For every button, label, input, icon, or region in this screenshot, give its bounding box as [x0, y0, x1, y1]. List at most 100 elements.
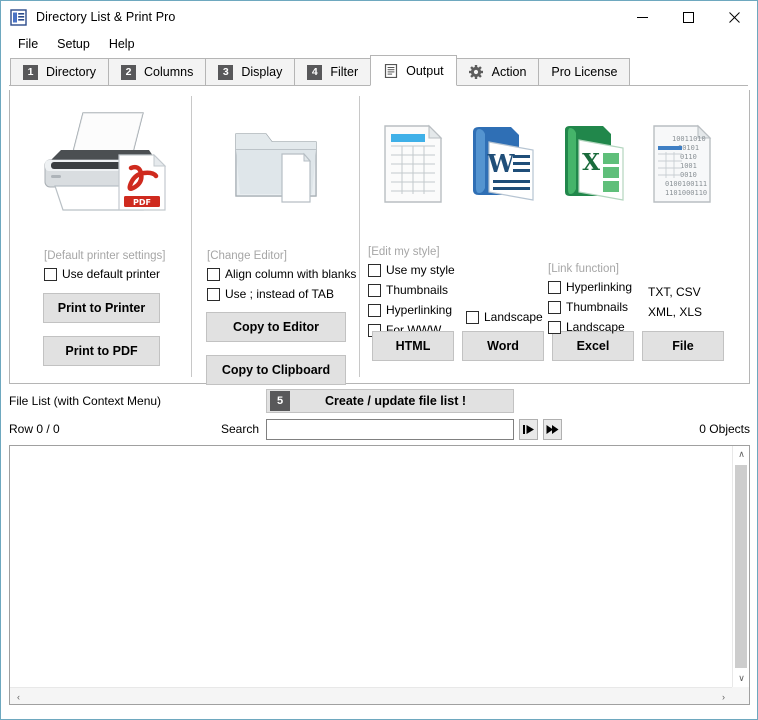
- menu-item-setup[interactable]: Setup: [49, 35, 98, 53]
- app-window: Directory List & Print Pro File Setup He…: [0, 0, 758, 720]
- vertical-scroll-thumb[interactable]: [735, 465, 747, 668]
- tab-filter[interactable]: 4 Filter: [294, 58, 371, 86]
- folder-document-icon: [192, 100, 360, 228]
- html-export-button[interactable]: HTML: [372, 331, 454, 361]
- tab-label-display: Display: [241, 65, 282, 79]
- tab-label-columns: Columns: [144, 65, 193, 79]
- row-counter: Row 0 / 0: [9, 422, 60, 436]
- tab-badge-3: 3: [218, 65, 233, 80]
- file-list-content[interactable]: [10, 446, 732, 687]
- scrollbar-corner: [732, 687, 749, 704]
- maximize-button[interactable]: [665, 1, 711, 33]
- svg-text:1001: 1001: [680, 162, 697, 170]
- document-icon: [383, 63, 398, 78]
- excel-options-group: [Link function] Hyperlinking Thumbnails …: [548, 246, 638, 326]
- editor-panel: [Change Editor] Align column with blanks…: [192, 90, 360, 383]
- file-options-group: TXT, CSV XML, XLS: [638, 246, 728, 326]
- checkbox-label: Landscape: [484, 310, 543, 324]
- tab-label-output: Output: [406, 64, 444, 78]
- checkbox-excel-landscape[interactable]: Landscape: [548, 318, 638, 336]
- html-options-group: [Edit my style] Use my style Thumbnails …: [368, 246, 458, 326]
- next-icon: [522, 424, 535, 435]
- svg-text:0110: 0110: [680, 153, 697, 161]
- scroll-down-icon[interactable]: ∨: [733, 670, 750, 687]
- checkbox-label: Thumbnails: [566, 300, 628, 314]
- tab-label-action: Action: [492, 65, 527, 79]
- export-panel: W: [360, 90, 749, 383]
- object-counter: 0 Objects: [699, 422, 750, 436]
- scroll-left-icon[interactable]: ‹: [10, 688, 27, 705]
- tab-directory[interactable]: 1 Directory: [10, 58, 109, 86]
- copy-to-clipboard-button[interactable]: Copy to Clipboard: [206, 355, 346, 385]
- menu-bar: File Setup Help: [1, 33, 757, 55]
- checkbox-box: [207, 268, 220, 281]
- checkbox-label: Use ; instead of TAB: [225, 287, 334, 301]
- svg-text:W: W: [487, 149, 516, 178]
- search-input[interactable]: [266, 419, 514, 440]
- checkbox-box: [44, 268, 57, 281]
- link-function-link[interactable]: [Link function]: [548, 263, 638, 275]
- menu-item-help[interactable]: Help: [101, 35, 143, 53]
- checkbox-label: Hyperlinking: [386, 303, 452, 317]
- word-export-button[interactable]: Word: [462, 331, 544, 361]
- output-tab-panel: PDF [Default printer settings] Use defau…: [9, 90, 750, 384]
- tab-display[interactable]: 3 Display: [205, 58, 295, 86]
- search-status-bar: Row 0 / 0 Search 0 Objects: [9, 419, 750, 441]
- checkbox-html-thumbnails[interactable]: Thumbnails: [368, 281, 458, 299]
- checkbox-align-column-with-blanks[interactable]: Align column with blanks: [207, 265, 360, 283]
- checkbox-label: Use default printer: [62, 267, 160, 281]
- tab-columns[interactable]: 2 Columns: [108, 58, 206, 86]
- change-editor-link[interactable]: [Change Editor]: [207, 250, 360, 262]
- checkbox-word-landscape[interactable]: Landscape: [466, 308, 543, 326]
- svg-text:X: X: [582, 149, 600, 176]
- tab-output[interactable]: Output: [370, 55, 457, 86]
- print-to-printer-button[interactable]: Print to Printer: [43, 293, 160, 323]
- print-to-pdf-button[interactable]: Print to PDF: [43, 336, 160, 366]
- svg-text:10011010: 10011010: [672, 135, 706, 143]
- checkbox-excel-hyperlinking[interactable]: Hyperlinking: [548, 278, 638, 296]
- file-binary-icon: 10011010 00101 0110 1001 0010 0100100111…: [638, 124, 728, 204]
- tab-pro-license[interactable]: Pro License: [538, 58, 630, 86]
- copy-to-editor-button[interactable]: Copy to Editor: [206, 312, 346, 342]
- vertical-scrollbar[interactable]: ∧ ∨: [732, 446, 749, 687]
- edit-my-style-link[interactable]: [Edit my style]: [368, 246, 458, 258]
- tab-badge-2: 2: [121, 65, 136, 80]
- checkbox-use-default-printer[interactable]: Use default printer: [44, 265, 192, 283]
- checkbox-box: [368, 304, 381, 317]
- checkbox-label: Landscape: [566, 320, 625, 334]
- checkbox-label: Hyperlinking: [566, 280, 632, 294]
- file-list-view[interactable]: ∧ ∨ ‹ ›: [9, 445, 750, 705]
- file-formats-line-1: TXT, CSV: [648, 285, 701, 299]
- checkbox-label: Align column with blanks: [225, 267, 356, 281]
- word-icon: W: [458, 124, 548, 204]
- checkbox-box: [368, 264, 381, 277]
- menu-item-file[interactable]: File: [10, 35, 46, 53]
- minimize-button[interactable]: [619, 1, 665, 33]
- svg-text:1101000110: 1101000110: [665, 189, 707, 197]
- tab-strip: 1 Directory 2 Columns 3 Display 4 Filter: [1, 55, 757, 86]
- checkbox-label: Use my style: [386, 263, 455, 277]
- search-next-button[interactable]: [519, 419, 538, 440]
- checkbox-html-hyperlinking[interactable]: Hyperlinking: [368, 301, 458, 319]
- scroll-up-icon[interactable]: ∧: [733, 446, 750, 463]
- horizontal-scrollbar[interactable]: ‹ ›: [10, 687, 732, 704]
- create-update-file-list-button[interactable]: 5 Create / update file list !: [266, 389, 514, 413]
- checkbox-use-semicolon-instead-of-tab[interactable]: Use ; instead of TAB: [207, 285, 360, 303]
- excel-icon: X: [548, 124, 638, 204]
- checkbox-use-my-style[interactable]: Use my style: [368, 261, 458, 279]
- search-last-button[interactable]: [543, 419, 562, 440]
- default-printer-settings-link[interactable]: [Default printer settings]: [44, 250, 192, 262]
- close-button[interactable]: [711, 1, 757, 33]
- scroll-right-icon[interactable]: ›: [715, 688, 732, 705]
- app-icon: [10, 9, 27, 26]
- file-export-button[interactable]: File: [642, 331, 724, 361]
- window-title: Directory List & Print Pro: [36, 10, 175, 24]
- step-badge-5: 5: [270, 391, 290, 411]
- fast-forward-icon: [546, 424, 559, 435]
- tab-badge-4: 4: [307, 65, 322, 80]
- tab-action[interactable]: Action: [456, 58, 540, 86]
- checkbox-box: [207, 288, 220, 301]
- svg-text:0100100111: 0100100111: [665, 180, 707, 188]
- file-list-label: File List (with Context Menu): [9, 394, 161, 408]
- checkbox-excel-thumbnails[interactable]: Thumbnails: [548, 298, 638, 316]
